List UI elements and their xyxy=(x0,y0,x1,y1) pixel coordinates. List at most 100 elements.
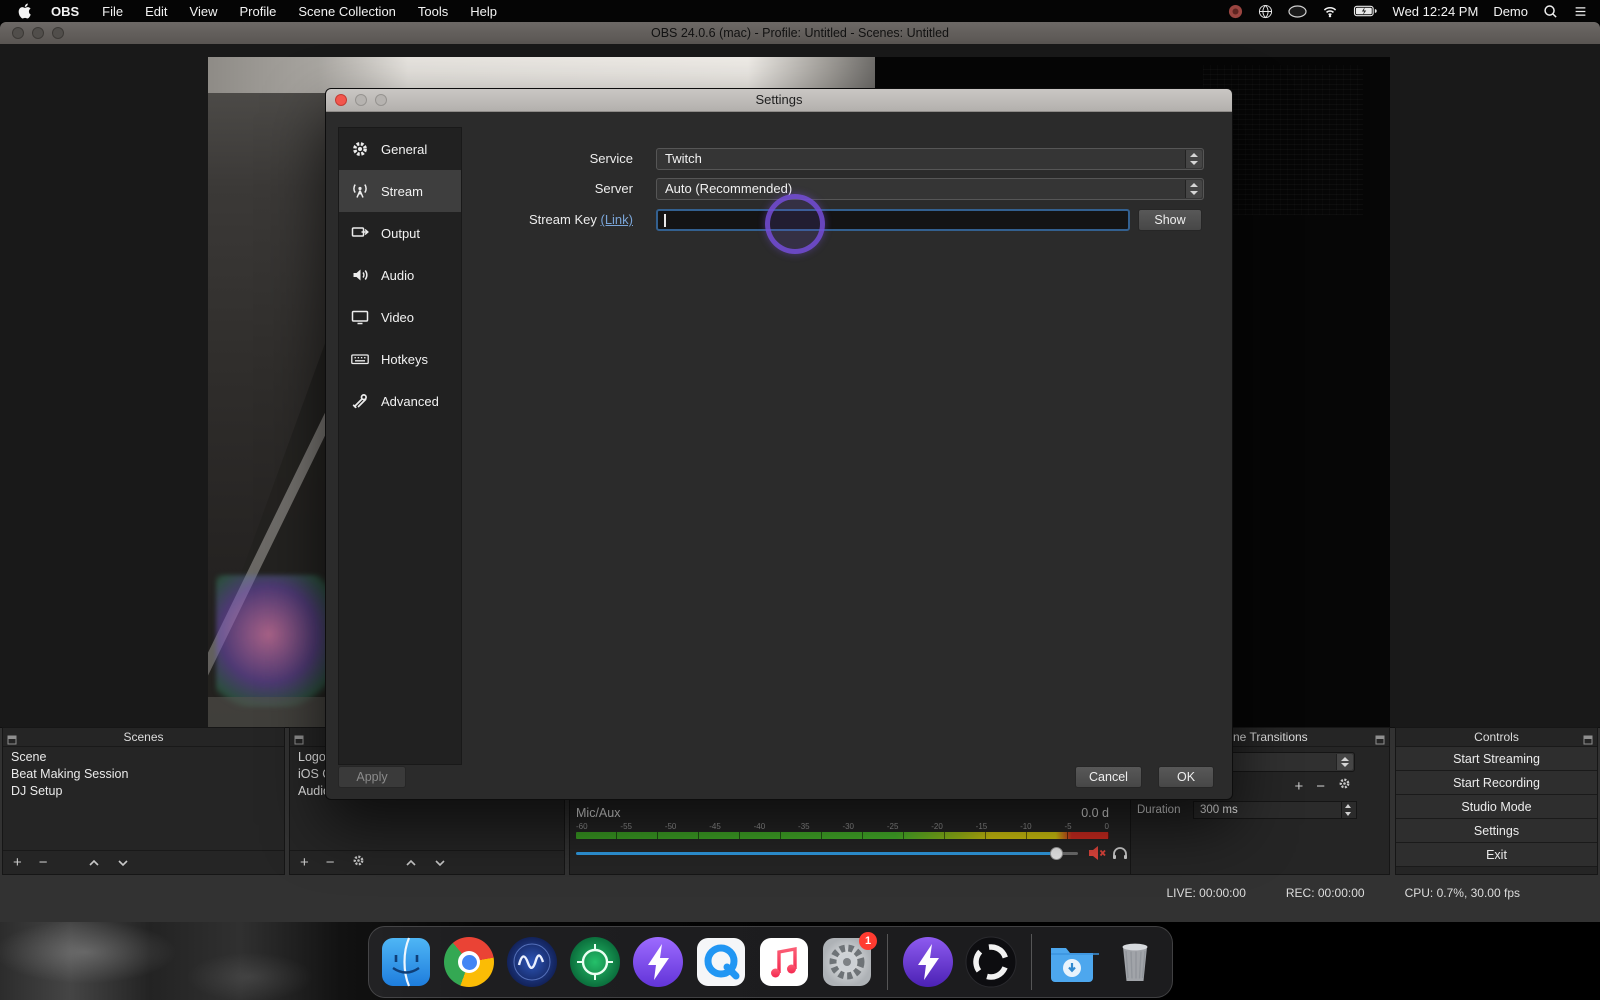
system-preferences-dock-icon[interactable]: 1 xyxy=(820,932,877,989)
dialog-close-button[interactable] xyxy=(335,94,347,106)
red-status-icon[interactable] xyxy=(1228,4,1243,19)
settings-nav-hotkeys[interactable]: Hotkeys xyxy=(339,338,461,380)
source-up-button[interactable] xyxy=(405,854,417,872)
downloads-folder-dock-icon[interactable] xyxy=(1045,935,1099,989)
select-stepper-icon[interactable] xyxy=(1185,150,1202,168)
purple-bolt-app-2-dock-icon[interactable] xyxy=(901,935,955,989)
oval-status-icon[interactable] xyxy=(1287,4,1307,18)
dock: 1 xyxy=(368,926,1173,998)
audio-monitor-icon[interactable] xyxy=(1112,846,1128,865)
panel-float-icon[interactable] xyxy=(1583,732,1593,745)
apply-button[interactable]: Apply xyxy=(338,766,406,788)
scene-up-button[interactable] xyxy=(88,854,100,872)
apple-menu[interactable] xyxy=(0,3,39,19)
control-button[interactable]: Studio Mode xyxy=(1396,795,1597,819)
dock-divider xyxy=(1031,934,1032,990)
source-properties-gear-icon[interactable] xyxy=(352,854,365,872)
add-transition-button[interactable]: + xyxy=(1294,779,1303,794)
remove-source-button[interactable]: − xyxy=(326,855,335,870)
add-scene-button[interactable]: + xyxy=(13,855,22,870)
mixer-db-scale: -60 -55 -50 -45 -40 -35 -30 -25 -20 -15 -10 -5 0 xyxy=(576,822,1109,831)
finder-dock-icon[interactable] xyxy=(379,935,433,989)
purple-bolt-app-dock-icon[interactable] xyxy=(631,935,685,989)
music-dock-icon[interactable] xyxy=(757,935,811,989)
remove-scene-button[interactable]: − xyxy=(39,855,48,870)
scene-list-item[interactable]: Scene xyxy=(3,749,284,766)
trash-dock-icon[interactable] xyxy=(1108,935,1162,989)
scene-list-item[interactable]: DJ Setup xyxy=(3,783,284,800)
menu-item[interactable]: Scene Collection xyxy=(287,4,407,19)
server-select[interactable]: Auto (Recommended) xyxy=(656,178,1204,200)
duration-value: 300 ms xyxy=(1200,804,1238,816)
settings-nav-video[interactable]: Video xyxy=(339,296,461,338)
panel-float-icon[interactable] xyxy=(294,732,304,745)
zoom-button[interactable] xyxy=(52,27,64,39)
app-menu-obs[interactable]: OBS xyxy=(39,4,91,19)
source-down-button[interactable] xyxy=(434,854,446,872)
ok-button[interactable]: OK xyxy=(1158,766,1214,788)
scene-list-item[interactable]: Beat Making Session xyxy=(3,766,284,783)
green-audio-app-dock-icon[interactable] xyxy=(568,935,622,989)
service-select[interactable]: Twitch xyxy=(656,148,1204,170)
spinner-arrows-icon[interactable] xyxy=(1341,802,1356,818)
menu-account[interactable]: Demo xyxy=(1493,4,1528,19)
show-key-button[interactable]: Show xyxy=(1138,209,1202,231)
control-button[interactable]: Settings xyxy=(1396,819,1597,843)
panel-float-icon[interactable] xyxy=(7,732,17,745)
select-stepper-icon[interactable] xyxy=(1336,754,1353,770)
mixer-source-name: Mic/Aux xyxy=(576,806,621,820)
globe-icon[interactable] xyxy=(1258,4,1273,19)
menu-item[interactable]: File xyxy=(91,4,134,19)
control-button[interactable]: Start Recording xyxy=(1396,771,1597,795)
db-tick: -60 xyxy=(576,822,588,831)
menu-item[interactable]: Help xyxy=(459,4,508,19)
db-tick: -20 xyxy=(931,822,943,831)
menu-item[interactable]: Tools xyxy=(407,4,459,19)
db-tick: -40 xyxy=(753,822,766,831)
stream-key-link[interactable]: (Link) xyxy=(600,212,633,227)
blue-audio-app-dock-icon[interactable] xyxy=(505,935,559,989)
select-stepper-icon[interactable] xyxy=(1185,180,1202,198)
search-icon[interactable] xyxy=(1543,4,1558,19)
dialog-zoom-button[interactable] xyxy=(375,94,387,106)
audio-level-meter xyxy=(576,832,1109,839)
menu-item[interactable]: Profile xyxy=(228,4,287,19)
menu-bar: OBS File Edit View Profile Scene Collection T… xyxy=(0,0,1600,22)
db-tick: -25 xyxy=(886,822,899,831)
add-source-button[interactable]: + xyxy=(300,855,309,870)
menu-item[interactable]: Edit xyxy=(134,4,178,19)
menu-item[interactable]: View xyxy=(179,4,229,19)
obs-dock-icon[interactable] xyxy=(964,935,1018,989)
control-button[interactable]: Start Streaming xyxy=(1396,747,1597,771)
window-titlebar[interactable]: OBS 24.0.6 (mac) - Profile: Untitled - S… xyxy=(0,22,1600,44)
menu-clock[interactable]: Wed 12:24 PM xyxy=(1393,4,1479,19)
quicktime-dock-icon[interactable] xyxy=(694,935,748,989)
scene-down-button[interactable] xyxy=(117,854,129,872)
db-tick: -30 xyxy=(842,822,854,831)
settings-nav-advanced[interactable]: Advanced xyxy=(339,380,461,422)
volume-slider[interactable] xyxy=(576,844,1127,862)
minimize-button[interactable] xyxy=(32,27,44,39)
status-bar: LIVE: 00:00:00 REC: 00:00:00 CPU: 0.7%, … xyxy=(1166,886,1520,900)
battery-charging-icon[interactable] xyxy=(1353,4,1378,18)
live-time: LIVE: 00:00:00 xyxy=(1166,886,1246,900)
cancel-button[interactable]: Cancel xyxy=(1075,766,1142,788)
notification-center-icon[interactable] xyxy=(1573,5,1588,18)
db-tick: -5 xyxy=(1064,822,1072,831)
control-button[interactable]: Exit xyxy=(1396,843,1597,867)
chrome-dock-icon[interactable] xyxy=(442,935,496,989)
stream-key-label: Stream Key (Link) xyxy=(528,212,633,227)
mute-speaker-icon[interactable] xyxy=(1088,845,1106,866)
wifi-icon[interactable] xyxy=(1322,4,1338,18)
remove-transition-button[interactable]: − xyxy=(1316,779,1325,794)
settings-nav-audio[interactable]: Audio xyxy=(339,254,461,296)
panel-float-icon[interactable] xyxy=(1375,732,1385,745)
dialog-titlebar[interactable]: Settings xyxy=(326,89,1232,112)
volume-knob[interactable] xyxy=(1050,847,1063,860)
close-button[interactable] xyxy=(12,27,24,39)
db-tick: 0 xyxy=(1104,822,1109,831)
dialog-minimize-button[interactable] xyxy=(355,94,367,106)
stream-key-input[interactable] xyxy=(656,209,1130,231)
duration-spinner[interactable]: 300 ms xyxy=(1193,801,1357,819)
transition-properties-gear-icon[interactable] xyxy=(1338,777,1351,795)
